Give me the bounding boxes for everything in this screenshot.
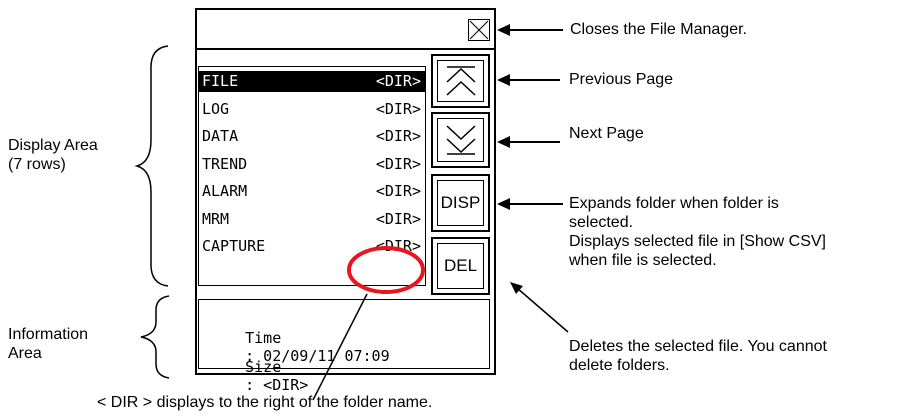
callout-delete-line2: delete folders. [569, 357, 670, 374]
callout-close: Closes the File Manager. [570, 21, 747, 38]
callout-previous-page: Previous Page [569, 71, 674, 88]
display-area-brace [134, 45, 169, 287]
callout-next-page: Next Page [569, 125, 644, 142]
arrow-close [497, 24, 510, 36]
arrow-next [497, 136, 510, 148]
callout-dir-note: < DIR > displays to the right of the fol… [97, 394, 433, 411]
information-area-brace [140, 295, 170, 379]
callout-disp-line2: selected. [569, 214, 634, 231]
arrow-disp [497, 198, 510, 210]
information-area-label-line2: Area [8, 345, 42, 362]
display-area-label-line2: (7 rows) [8, 156, 66, 173]
display-area-label-line1: Display Area [8, 137, 98, 154]
callout-disp-line4: when file is selected. [569, 252, 717, 269]
information-area-label-line1: Information [8, 326, 89, 343]
callout-disp-line3: Displays selected file in [Show CSV] [569, 233, 826, 250]
callout-delete-line1: Deletes the selected file. You cannot [569, 338, 827, 355]
arrow-prev [497, 74, 510, 86]
callout-disp-line1: Expands folder when folder is [569, 195, 779, 212]
annotation-lines [134, 24, 569, 401]
